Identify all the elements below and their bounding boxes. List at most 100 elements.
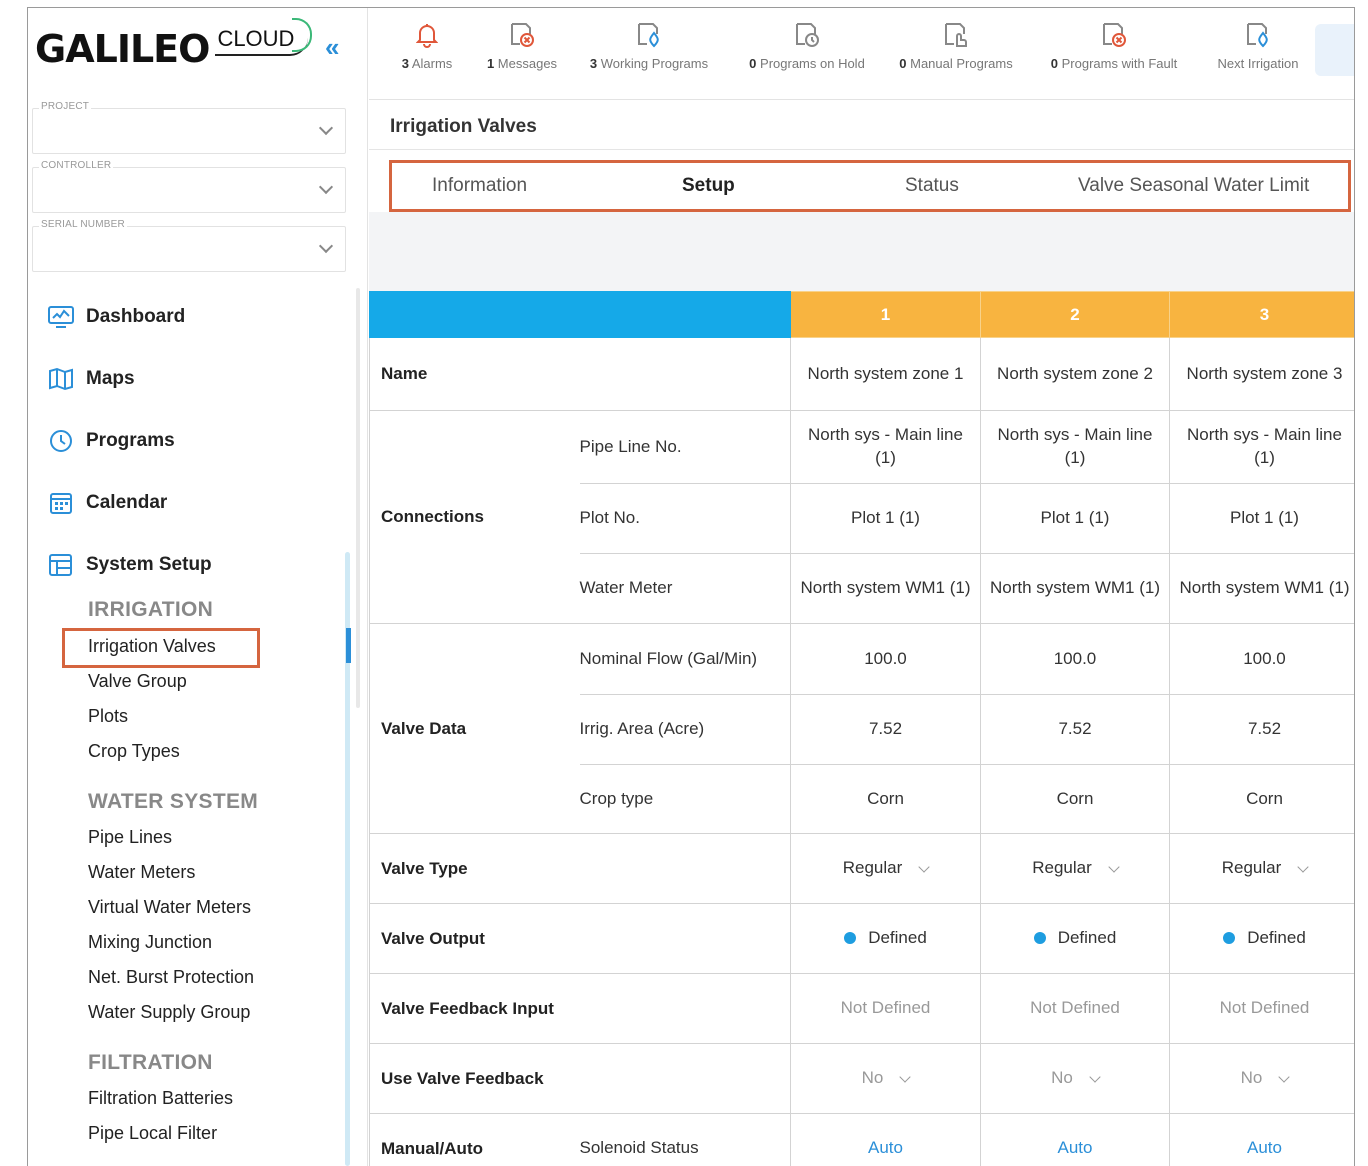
sidebar-item-filtration-batteries[interactable]: Filtration Batteries xyxy=(88,1088,233,1109)
crop-type-cell[interactable]: Corn xyxy=(790,764,981,834)
sidebar-item-mixing-junction[interactable]: Mixing Junction xyxy=(88,932,212,953)
nominal-flow-cell[interactable]: 100.0 xyxy=(1169,623,1354,695)
status-dot-icon xyxy=(1223,932,1236,945)
toolbar-manual-programs[interactable]: 0 Manual Programs xyxy=(891,8,1021,100)
sub-label-plot: Plot No. xyxy=(579,483,791,554)
sidebar-item-valve-group[interactable]: Valve Group xyxy=(88,671,187,692)
row-label-manual-auto: Manual/Auto xyxy=(369,1113,580,1166)
name-cell[interactable]: North system zone 1 xyxy=(790,337,981,411)
nav-maps-label: Maps xyxy=(86,368,135,389)
crop-type-cell[interactable]: Corn xyxy=(1169,764,1354,834)
serial-number-select[interactable]: SERIAL NUMBER xyxy=(32,219,346,272)
valve-type-select[interactable]: Regular xyxy=(790,833,981,904)
nav-calendar[interactable]: Calendar xyxy=(48,472,212,534)
solenoid-status-link[interactable]: Auto xyxy=(980,1113,1170,1166)
logo-text: GALILEO xyxy=(35,27,210,71)
sidebar-item-crop-types[interactable]: Crop Types xyxy=(88,741,180,762)
main-nav: Dashboard Maps Programs Calendar System … xyxy=(48,286,212,596)
irrig-area-cell[interactable]: 7.52 xyxy=(790,694,981,765)
nominal-flow-cell[interactable]: 100.0 xyxy=(980,623,1170,695)
dashboard-icon xyxy=(48,306,74,328)
project-select[interactable]: PROJECT xyxy=(32,101,346,154)
irrig-area-cell[interactable]: 7.52 xyxy=(980,694,1170,765)
collapse-sidebar-icon[interactable]: « xyxy=(325,32,339,63)
name-cell[interactable]: North system zone 3 xyxy=(1169,337,1354,411)
valve-type-select[interactable]: Regular xyxy=(980,833,1170,904)
solenoid-status-link[interactable]: Auto xyxy=(790,1113,981,1166)
chevron-down-icon xyxy=(318,120,334,136)
feedback-input-cell[interactable]: Not Defined xyxy=(980,973,1170,1044)
use-feedback-select[interactable]: No xyxy=(1169,1043,1354,1114)
tab-valve-seasonal-water-limit[interactable]: Valve Seasonal Water Limit xyxy=(1078,175,1309,197)
sidebar-item-pipe-lines[interactable]: Pipe Lines xyxy=(88,827,172,848)
solenoid-status-link[interactable]: Auto xyxy=(1169,1113,1354,1166)
irrig-area-cell[interactable]: 7.52 xyxy=(1169,694,1354,765)
page-title: Irrigation Valves xyxy=(390,116,537,137)
manual-program-icon xyxy=(945,23,967,47)
crop-type-cell[interactable]: Corn xyxy=(980,764,1170,834)
toolbar-working-programs[interactable]: 3 Working Programs xyxy=(579,8,719,100)
toolbar-next-irrigation[interactable]: Next Irrigation xyxy=(1203,8,1313,100)
water-meter-cell[interactable]: North system WM1 (1) xyxy=(790,553,981,624)
tab-information[interactable]: Information xyxy=(432,175,527,197)
sub-label-solenoid-status: Solenoid Status xyxy=(579,1113,791,1166)
toolbar-action-button[interactable] xyxy=(1315,24,1354,76)
pipe-line-cell[interactable]: North sys - Main line (1) xyxy=(980,410,1170,484)
toolbar-programs-with-fault[interactable]: 0 Programs with Fault xyxy=(1039,8,1189,100)
row-label-use-valve-feedback: Use Valve Feedback xyxy=(369,1043,791,1114)
valve-type-select[interactable]: Regular xyxy=(1169,833,1354,904)
valves-table: 1 2 3 Name North system zone 1 North sys… xyxy=(369,291,1354,1166)
water-meter-cell[interactable]: North system WM1 (1) xyxy=(1169,553,1354,624)
sidebar-item-plots[interactable]: Plots xyxy=(88,706,128,727)
valve-output-cell[interactable]: Defined xyxy=(790,903,981,974)
sidebar-item-water-meters[interactable]: Water Meters xyxy=(88,862,195,883)
tab-status[interactable]: Status xyxy=(905,175,959,197)
section-filtration: FILTRATION xyxy=(88,1051,213,1074)
section-water-system: WATER SYSTEM xyxy=(88,790,259,813)
chevron-down-icon xyxy=(899,1070,912,1083)
chevron-down-icon xyxy=(318,179,334,195)
pipe-line-cell[interactable]: North sys - Main line (1) xyxy=(1169,410,1354,484)
sub-label-crop-type: Crop type xyxy=(579,764,791,834)
sidebar-scroll-track[interactable] xyxy=(356,288,360,708)
tab-setup[interactable]: Setup xyxy=(682,175,735,197)
toolbar-programs-on-hold[interactable]: 0 Programs on Hold xyxy=(737,8,877,100)
nav-system-setup[interactable]: System Setup xyxy=(48,534,212,596)
chevron-down-icon xyxy=(918,860,930,873)
manual-programs-label: Manual Programs xyxy=(910,56,1013,71)
clock-icon xyxy=(50,430,72,452)
working-program-icon xyxy=(638,23,659,48)
use-feedback-select[interactable]: No xyxy=(980,1043,1170,1114)
table-icon xyxy=(49,554,72,576)
calendar-icon xyxy=(50,493,72,514)
toolbar-alarms[interactable]: 3 Alarms xyxy=(387,8,467,100)
valve-output-cell[interactable]: Defined xyxy=(1169,903,1354,974)
nominal-flow-cell[interactable]: 100.0 xyxy=(790,623,981,695)
water-meter-cell[interactable]: North system WM1 (1) xyxy=(980,553,1170,624)
name-cell[interactable]: North system zone 2 xyxy=(980,337,1170,411)
plot-cell[interactable]: Plot 1 (1) xyxy=(1169,483,1354,554)
sidebar-item-pipe-local-filter[interactable]: Pipe Local Filter xyxy=(88,1123,217,1144)
toolbar-messages[interactable]: 1 Messages xyxy=(477,8,567,100)
column-header-3: 3 xyxy=(1169,291,1354,338)
nav-dashboard[interactable]: Dashboard xyxy=(48,286,212,348)
sidebar-item-virtual-water-meters[interactable]: Virtual Water Meters xyxy=(88,897,251,918)
sidebar-item-net-burst-protection[interactable]: Net. Burst Protection xyxy=(88,967,254,988)
programs-with-fault-count: 0 xyxy=(1050,56,1058,71)
feedback-input-cell[interactable]: Not Defined xyxy=(790,973,981,1044)
valve-output-value: Defined xyxy=(1247,928,1306,948)
plot-cell[interactable]: Plot 1 (1) xyxy=(980,483,1170,554)
sub-label-nominal-flow: Nominal Flow (Gal/Min) xyxy=(579,623,791,695)
feedback-input-cell[interactable]: Not Defined xyxy=(1169,973,1354,1044)
plot-cell[interactable]: Plot 1 (1) xyxy=(790,483,981,554)
pipe-line-cell[interactable]: North sys - Main line (1) xyxy=(790,410,981,484)
valve-type-value: Regular xyxy=(1032,858,1092,878)
valve-output-cell[interactable]: Defined xyxy=(980,903,1170,974)
use-feedback-select[interactable]: No xyxy=(790,1043,981,1114)
column-header-1: 1 xyxy=(790,291,981,338)
use-feedback-value: No xyxy=(861,1068,884,1088)
nav-maps[interactable]: Maps xyxy=(48,348,212,410)
nav-programs[interactable]: Programs xyxy=(48,410,212,472)
controller-select[interactable]: CONTROLLER xyxy=(32,160,346,213)
sidebar-item-water-supply-group[interactable]: Water Supply Group xyxy=(88,1002,250,1023)
